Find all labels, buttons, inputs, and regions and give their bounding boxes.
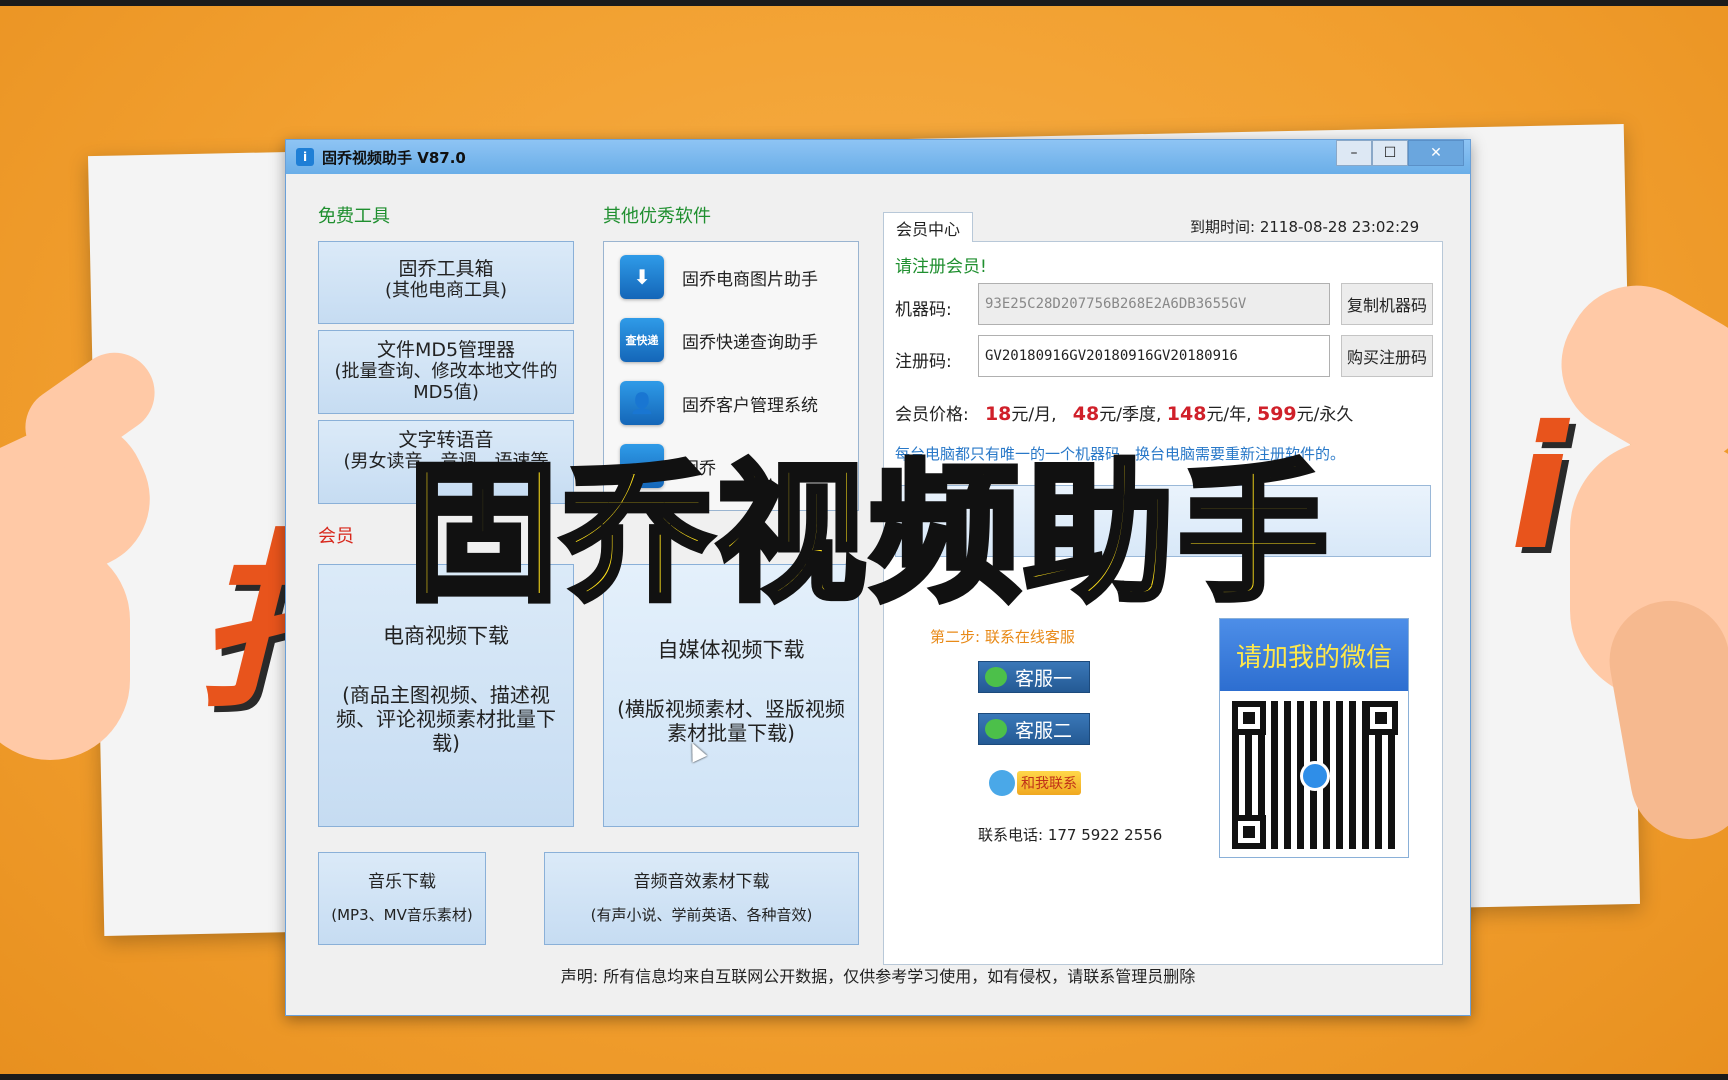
software-item-image-helper[interactable]: ⬇ 固乔电商图片助手 <box>620 252 818 302</box>
video-top-letterbox <box>0 0 1728 6</box>
md5-manager-button[interactable]: 文件MD5管理器 (批量查询、修改本地文件的MD5值) <box>318 330 574 414</box>
contact-phone: 联系电话: 177 5922 2556 <box>978 826 1163 844</box>
md5-manager-subtitle: (批量查询、修改本地文件的MD5值) <box>334 361 558 403</box>
customer-icon: 👤 <box>620 381 664 425</box>
reg-code-label: 注册码: <box>895 352 952 372</box>
price-year-num: 148 <box>1166 403 1207 425</box>
left-arm <box>0 540 130 760</box>
contact-me-button[interactable]: 和我联系 <box>989 769 1093 797</box>
price-quarter-unit: 元/季度, <box>1099 405 1162 425</box>
express-search-icon: 查快递 <box>620 318 664 362</box>
qr-finder-pattern <box>1364 701 1398 735</box>
price-year-unit: 元/年, <box>1206 405 1252 425</box>
price-month-unit: 元/月, <box>1011 405 1057 425</box>
audio-effects-title: 音频音效素材下载 <box>633 872 770 892</box>
software-item-express-helper[interactable]: 查快递 固乔快递查询助手 <box>620 315 818 365</box>
copy-machine-code-button[interactable]: 复制机器码 <box>1341 283 1433 325</box>
toolbox-subtitle: (其他电商工具) <box>384 280 508 301</box>
software-item-label: 固乔电商图片助手 <box>682 269 818 290</box>
machine-code-label: 机器码: <box>895 300 952 320</box>
download-icon: ⬇ <box>620 255 664 299</box>
register-tip: 请注册会员! <box>895 257 987 277</box>
customer-service-two-button[interactable]: 客服二 <box>978 713 1090 745</box>
qq-icon <box>989 770 1015 796</box>
customer-service-one-button[interactable]: 客服一 <box>978 661 1090 693</box>
media-video-title: 自媒体视频下载 <box>657 638 805 662</box>
customer-service-two-label: 客服二 <box>1015 719 1073 742</box>
ecommerce-video-subtitle: (商品主图视频、描述视频、评论视频素材批量下载) <box>336 683 556 755</box>
video-bottom-letterbox <box>0 1074 1728 1080</box>
music-download-button[interactable]: 音乐下载 (MP3、MV音乐素材) <box>318 852 486 945</box>
qr-logo-icon <box>1300 761 1330 791</box>
member-tools-label: 会员 <box>318 526 354 547</box>
poster-decoration-right: i <box>1510 390 1569 588</box>
buy-reg-code-button[interactable]: 购买注册码 <box>1341 335 1433 377</box>
reg-code-field[interactable]: GV20180916GV20180916GV20180916 <box>978 335 1330 377</box>
machine-code-field[interactable]: 93E25C28D207756B268E2A6DB3655GV <box>978 283 1330 325</box>
free-tools-label: 免费工具 <box>318 206 390 227</box>
toolbox-button[interactable]: 固乔工具箱 (其他电商工具) <box>318 241 574 324</box>
maximize-button[interactable]: ☐ <box>1372 140 1408 166</box>
minimize-button[interactable]: – <box>1336 140 1372 166</box>
expire-time: 到期时间: 2118-08-28 23:02:29 <box>1190 218 1420 236</box>
overlay-caption: 固乔视频助手 <box>405 445 1332 625</box>
info-icon: i <box>296 148 314 166</box>
price-forever-num: 599 <box>1256 403 1297 425</box>
qr-finder-pattern <box>1232 701 1266 735</box>
music-download-title: 音乐下载 <box>368 872 436 892</box>
wechat-icon <box>985 719 1007 739</box>
audio-effects-subtitle: (有声小说、学前英语、各种音效) <box>590 906 813 924</box>
other-software-label: 其他优秀软件 <box>603 206 711 227</box>
qr-finder-pattern <box>1232 815 1266 849</box>
wechat-qr-box: 请加我的微信 <box>1219 618 1409 858</box>
media-video-subtitle: (横版视频素材、竖版视频素材批量下载) <box>617 697 845 745</box>
price-label: 会员价格: <box>895 405 969 425</box>
software-item-label: 固乔快递查询助手 <box>682 332 818 353</box>
price-month-num: 18 <box>984 403 1012 425</box>
close-button[interactable]: ✕ <box>1408 140 1464 166</box>
window-title: 固乔视频助手 V87.0 <box>322 148 466 167</box>
disclaimer-text: 声明: 所有信息均来自互联网公开数据，仅供参考学习使用，如有侵权，请联系管理员删… <box>560 967 1196 986</box>
customer-service-one-label: 客服一 <box>1015 667 1073 690</box>
md5-manager-title: 文件MD5管理器 <box>376 339 516 361</box>
price-quarter-num: 48 <box>1072 403 1100 425</box>
music-download-subtitle: (MP3、MV音乐素材) <box>331 906 473 924</box>
window-controls: – ☐ ✕ <box>1336 140 1464 170</box>
software-item-customer-system[interactable]: 👤 固乔客户管理系统 <box>620 378 818 428</box>
toolbox-title: 固乔工具箱 <box>398 258 494 280</box>
price-forever-unit: 元/永久 <box>1296 405 1354 425</box>
audio-effects-download-button[interactable]: 音频音效素材下载 (有声小说、学前英语、各种音效) <box>544 852 859 945</box>
wechat-icon <box>985 667 1007 687</box>
contact-me-label: 和我联系 <box>1017 771 1081 795</box>
tab-member-center[interactable]: 会员中心 <box>883 212 973 242</box>
software-item-label: 固乔客户管理系统 <box>682 395 818 416</box>
qr-code <box>1232 701 1398 849</box>
title-bar[interactable]: i 固乔视频助手 V87.0 – ☐ ✕ <box>286 140 1470 174</box>
member-price-line: 会员价格: 18元/月, 48元/季度, 148元/年, 599元/永久 <box>895 400 1353 425</box>
